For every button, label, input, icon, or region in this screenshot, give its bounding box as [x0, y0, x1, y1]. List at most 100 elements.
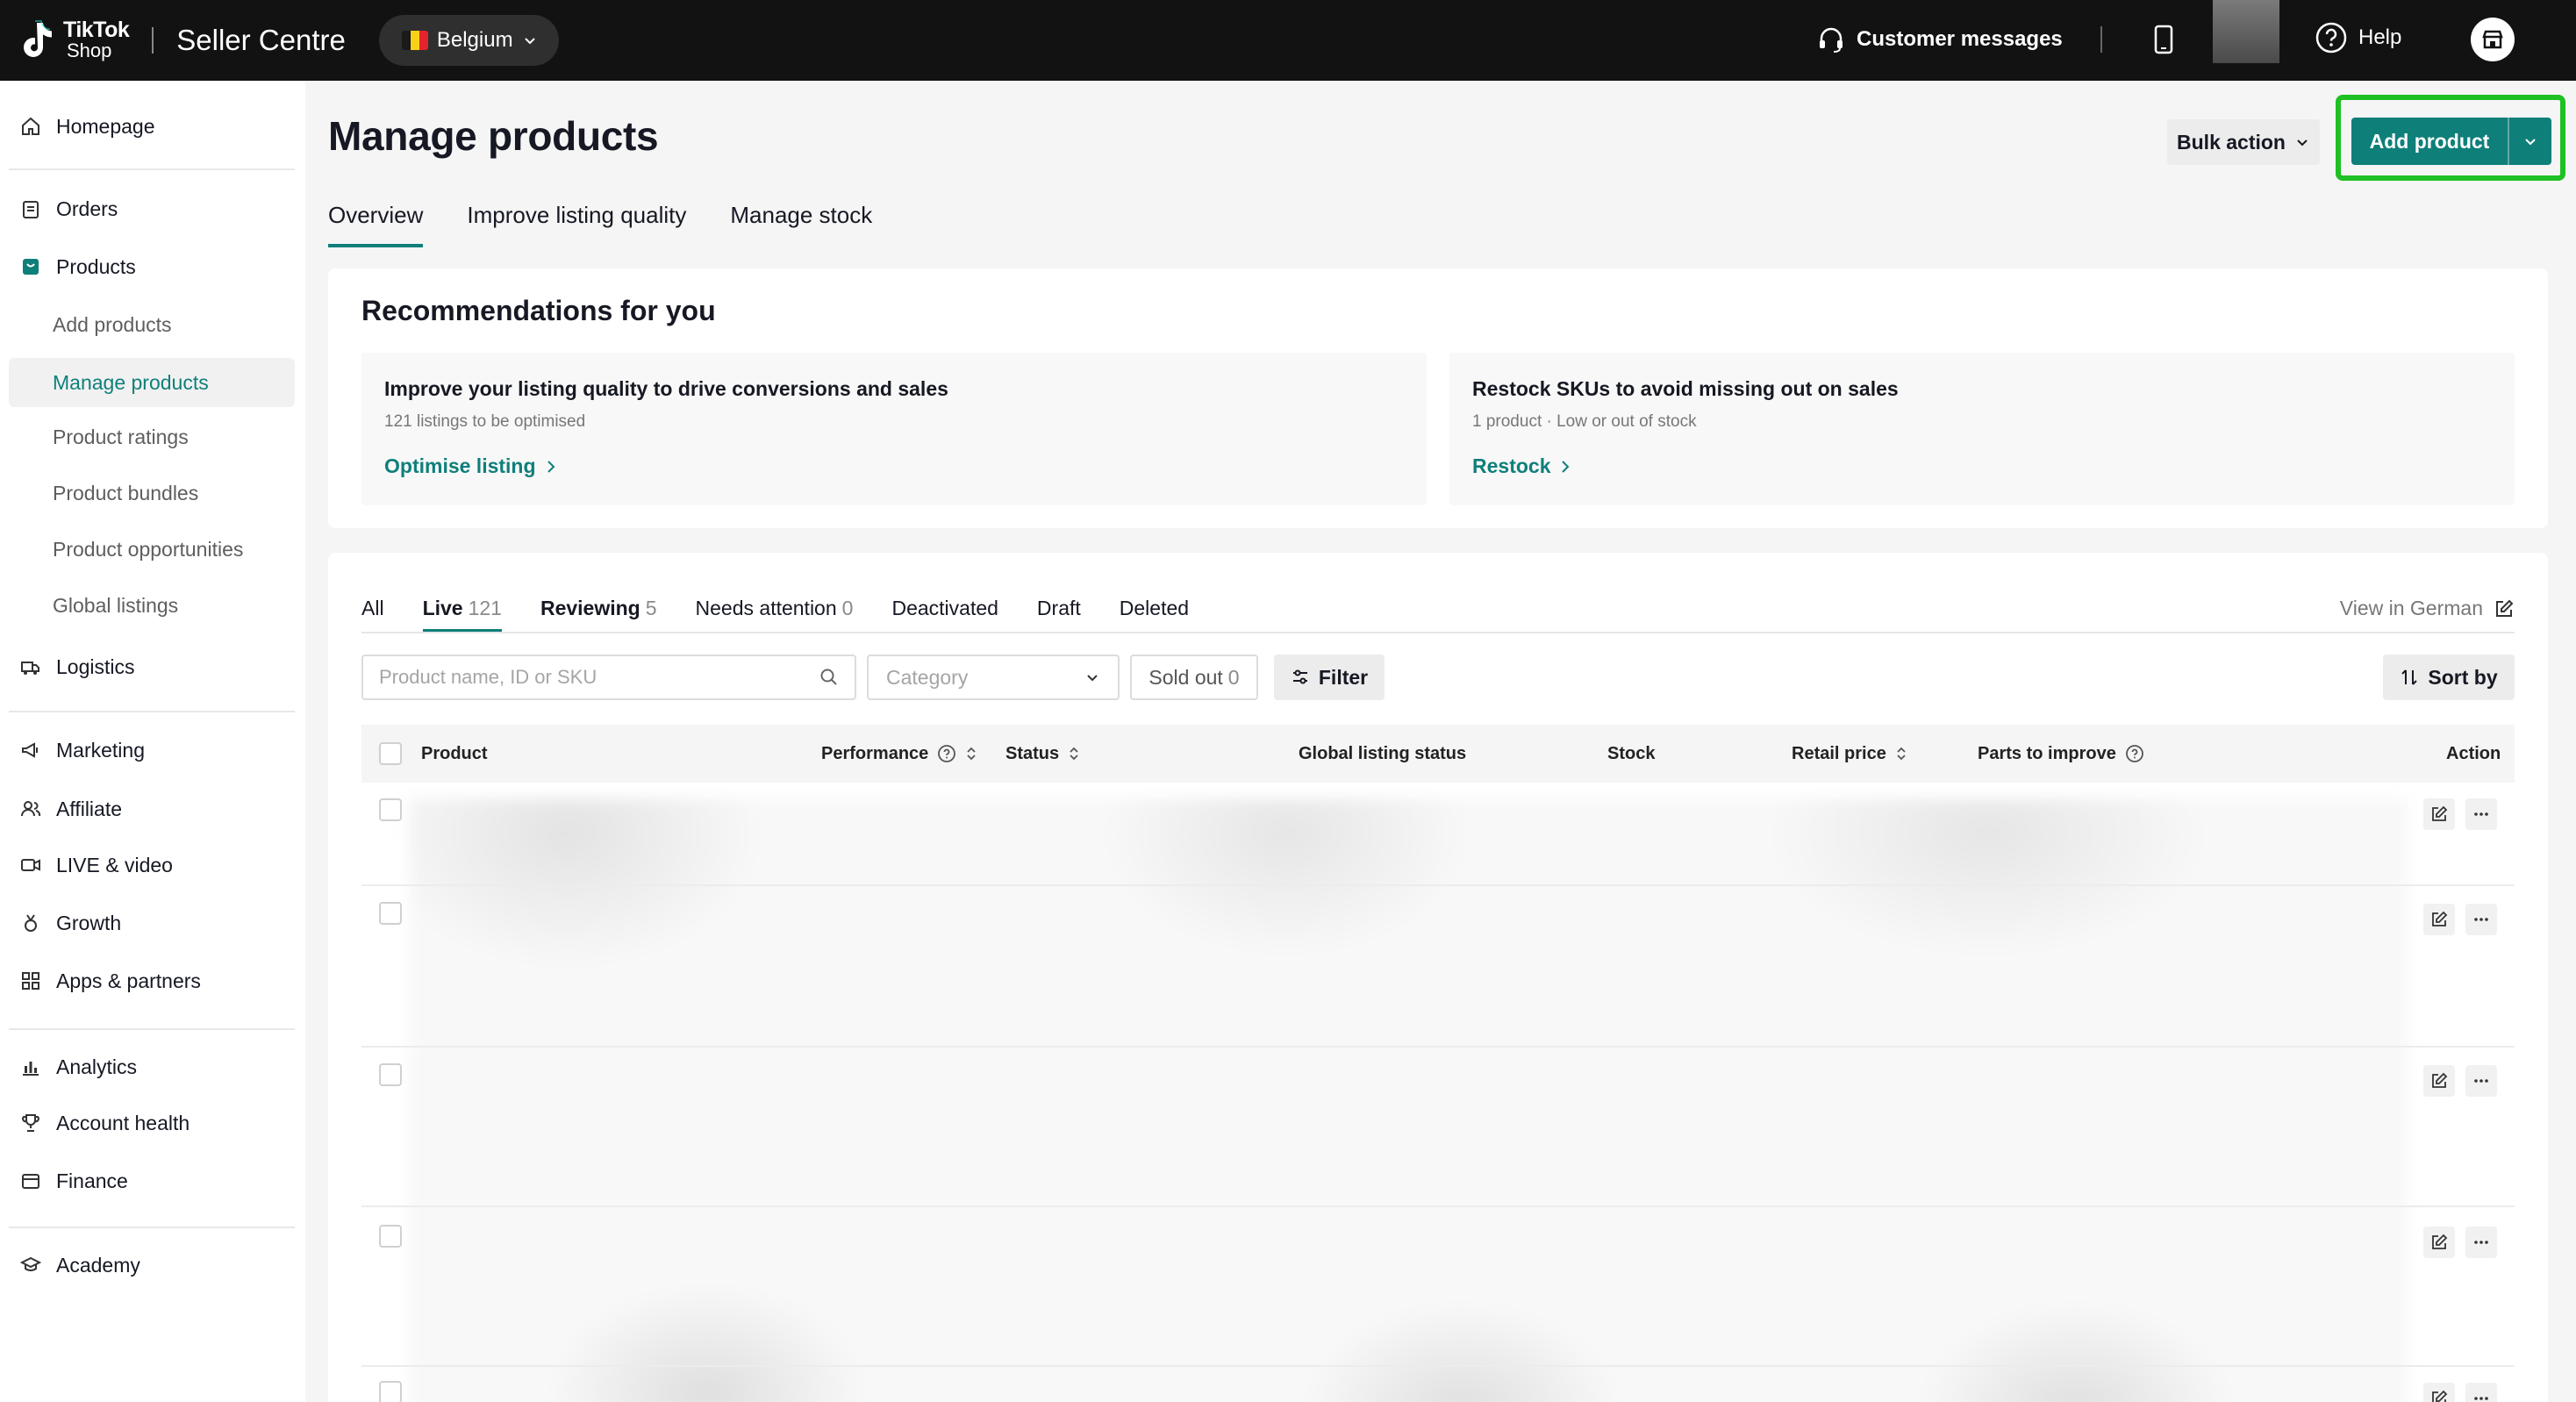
- column-performance[interactable]: Performance: [821, 725, 977, 783]
- recommendation-heading: Improve your listing quality to drive co…: [384, 377, 948, 400]
- add-product-dropdown[interactable]: [2509, 133, 2551, 149]
- column-label: Product: [421, 743, 488, 763]
- row-checkbox[interactable]: [379, 1225, 402, 1248]
- bulk-action-button[interactable]: Bulk action: [2167, 119, 2320, 165]
- edit-icon: [2432, 911, 2448, 926]
- column-status[interactable]: Status: [1005, 725, 1080, 783]
- column-retail-price[interactable]: Retail price: [1792, 725, 1907, 783]
- more-options-button[interactable]: [2465, 1383, 2497, 1402]
- status-tab-live[interactable]: Live 121: [422, 597, 503, 633]
- info-icon: [2125, 745, 2143, 762]
- sidebar-item-apps-partners[interactable]: Apps & partners: [9, 956, 295, 1005]
- recommendation-subtext: 121 listings to be optimised: [384, 412, 586, 431]
- tiktok-shop-logo[interactable]: TikTok Shop: [18, 0, 130, 81]
- sort-by-button[interactable]: Sort by: [2383, 655, 2515, 700]
- sidebar-item-manage-products[interactable]: Manage products: [9, 358, 295, 407]
- tab-manage-stock[interactable]: Manage stock: [730, 202, 872, 247]
- customer-messages-label: Customer messages: [1857, 27, 2063, 51]
- sidebar-item-marketing[interactable]: Marketing: [9, 726, 295, 775]
- edit-product-button[interactable]: [2423, 798, 2455, 830]
- sidebar-item-academy[interactable]: Academy: [9, 1241, 295, 1290]
- row-checkbox[interactable]: [379, 1063, 402, 1086]
- shop-profile-button[interactable]: [2471, 18, 2515, 61]
- row-checkbox[interactable]: [379, 798, 402, 821]
- sidebar-item-analytics[interactable]: Analytics: [9, 1042, 295, 1091]
- more-options-button[interactable]: [2465, 1065, 2497, 1097]
- tab-overview[interactable]: Overview: [328, 202, 424, 247]
- filter-button[interactable]: Filter: [1274, 655, 1385, 700]
- select-all-checkbox[interactable]: [379, 725, 402, 783]
- region-selector[interactable]: Belgium: [378, 15, 559, 66]
- row-actions: [2423, 798, 2497, 830]
- sidebar-item-label: Homepage: [56, 114, 155, 138]
- column-label: Status: [1005, 743, 1060, 763]
- add-product-label: Add product: [2369, 129, 2490, 153]
- optimise-listing-link[interactable]: Optimise listing: [384, 454, 557, 478]
- row-checkbox[interactable]: [379, 902, 402, 925]
- edit-product-button[interactable]: [2423, 1065, 2455, 1097]
- edit-product-button[interactable]: [2423, 1383, 2455, 1402]
- sidebar-item-account-health[interactable]: Account health: [9, 1098, 295, 1148]
- view-in-german-link[interactable]: View in German: [2340, 597, 2515, 620]
- sidebar-item-orders[interactable]: Orders: [9, 184, 295, 233]
- row-actions: [2423, 1383, 2497, 1402]
- belgium-flag-icon: [401, 31, 428, 50]
- sidebar-item-label: Growth: [56, 911, 122, 934]
- sidebar-item-homepage[interactable]: Homepage: [9, 102, 295, 151]
- edit-product-button[interactable]: [2423, 1227, 2455, 1258]
- search-placeholder: Product name, ID or SKU: [379, 666, 597, 688]
- edit-icon: [2432, 1234, 2448, 1249]
- tab-improve-listing-quality[interactable]: Improve listing quality: [467, 202, 686, 247]
- more-options-button[interactable]: [2465, 798, 2497, 830]
- sort-arrows-icon: [967, 747, 976, 761]
- status-tab-draft[interactable]: Draft: [1037, 597, 1081, 633]
- sidebar-item-product-opportunities[interactable]: Product opportunities: [9, 525, 295, 574]
- chevron-down-icon: [2525, 139, 2536, 146]
- blurred-product-rows: [409, 798, 2408, 1402]
- add-product-button[interactable]: Add product: [2351, 118, 2551, 165]
- more-icon: [2474, 812, 2488, 816]
- sold-out-filter[interactable]: Sold out 0: [1130, 655, 1258, 700]
- status-tab-all[interactable]: All: [361, 597, 384, 633]
- sidebar-item-live-video[interactable]: LIVE & video: [9, 840, 295, 890]
- status-tab-deactivated[interactable]: Deactivated: [891, 597, 998, 633]
- column-stock: Stock: [1607, 725, 1655, 783]
- link-label: Restock: [1472, 454, 1551, 477]
- sidebar-item-logistics[interactable]: Logistics: [9, 642, 295, 691]
- tabs-divider: [361, 632, 2515, 633]
- sidebar-item-products[interactable]: Products: [9, 242, 295, 291]
- edit-icon: [2496, 599, 2514, 617]
- row-actions: [2423, 1065, 2497, 1097]
- sidebar-item-finance[interactable]: Finance: [9, 1156, 295, 1205]
- more-options-button[interactable]: [2465, 1227, 2497, 1258]
- status-tab-deleted[interactable]: Deleted: [1120, 597, 1189, 633]
- mobile-icon[interactable]: [2151, 23, 2176, 56]
- sidebar-item-affiliate[interactable]: Affiliate: [9, 784, 295, 833]
- sidebar-item-product-bundles[interactable]: Product bundles: [9, 469, 295, 518]
- sort-arrows-icon: [1897, 747, 1906, 761]
- row-checkbox[interactable]: [379, 1381, 402, 1402]
- sidebar: Homepage Orders Products Add products Ma…: [0, 81, 305, 1402]
- account-avatar[interactable]: [2213, 0, 2279, 63]
- sidebar-item-label: Apps & partners: [56, 969, 201, 992]
- sidebar-item-label: Product opportunities: [53, 537, 244, 561]
- edit-product-button[interactable]: [2423, 904, 2455, 935]
- sidebar-item-product-ratings[interactable]: Product ratings: [9, 412, 295, 461]
- sidebar-item-growth[interactable]: Growth: [9, 898, 295, 948]
- more-options-button[interactable]: [2465, 904, 2497, 935]
- customer-messages-button[interactable]: Customer messages: [1816, 25, 2063, 54]
- status-tab-reviewing[interactable]: Reviewing 5: [540, 597, 657, 633]
- recommendations-title: Recommendations for you: [361, 295, 716, 326]
- column-global-listing-status: Global listing status: [1299, 725, 1466, 783]
- status-tab-needs-attention[interactable]: Needs attention 0: [696, 597, 854, 633]
- restock-link[interactable]: Restock: [1472, 454, 1571, 478]
- status-tab-label: Deactivated: [891, 597, 998, 619]
- search-input[interactable]: Product name, ID or SKU: [361, 655, 856, 700]
- sidebar-item-global-listings[interactable]: Global listings: [9, 581, 295, 630]
- sidebar-item-label: Finance: [56, 1169, 128, 1192]
- sidebar-item-add-products[interactable]: Add products: [9, 300, 295, 349]
- chevron-down-icon: [524, 38, 535, 45]
- category-select[interactable]: Category: [867, 655, 1120, 700]
- help-button[interactable]: Help: [2315, 21, 2401, 54]
- users-icon: [19, 798, 42, 820]
